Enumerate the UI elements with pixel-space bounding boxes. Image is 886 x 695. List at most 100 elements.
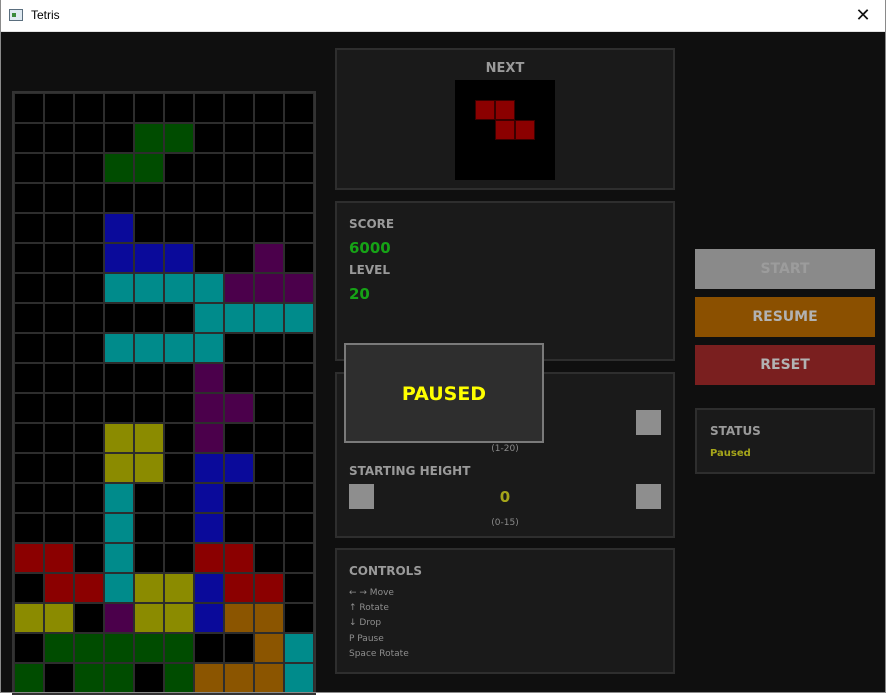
score-value: 6000 [349,239,391,257]
controls-heading: CONTROLS [349,564,422,578]
block-cell [194,393,224,423]
empty-cell [164,543,194,573]
block-cell [224,573,254,603]
close-icon[interactable]: ✕ [840,0,886,31]
empty-cell [14,333,44,363]
empty-cell [194,213,224,243]
empty-cell [74,363,104,393]
block-cell [134,333,164,363]
block-cell [224,453,254,483]
height-value: 0 [499,488,511,506]
block-cell [14,603,44,633]
empty-cell [74,273,104,303]
empty-cell [74,303,104,333]
empty-cell [164,153,194,183]
block-cell [194,273,224,303]
empty-cell [284,183,314,213]
empty-cell [254,423,284,453]
empty-cell [44,423,74,453]
empty-cell [74,513,104,543]
empty-cell [224,423,254,453]
block-cell [164,123,194,153]
empty-cell [164,93,194,123]
empty-cell [134,93,164,123]
start-button[interactable]: START [695,249,875,289]
next-piece-preview [455,80,555,180]
level-increase-button[interactable] [636,410,661,435]
game-board [12,91,316,695]
empty-cell [224,633,254,663]
empty-cell [284,243,314,273]
status-value: Paused [710,448,751,459]
empty-cell [44,213,74,243]
empty-cell [14,243,44,273]
resume-button[interactable]: RESUME [695,297,875,337]
empty-cell [74,123,104,153]
empty-cell [164,513,194,543]
block-cell [224,603,254,633]
empty-cell [254,183,284,213]
empty-cell [104,123,134,153]
score-panel: SCORE 6000 LEVEL 20 [335,201,675,361]
control-line: ← → Move [349,588,394,598]
block-cell [224,273,254,303]
next-heading: NEXT [485,61,525,76]
block-cell [14,663,44,693]
empty-cell [224,243,254,273]
empty-cell [14,573,44,603]
level-label: LEVEL [349,263,390,277]
next-piece-cell [475,100,495,120]
empty-cell [284,393,314,423]
block-cell [164,603,194,633]
empty-cell [284,333,314,363]
empty-cell [74,153,104,183]
empty-cell [134,483,164,513]
block-cell [254,273,284,303]
block-cell [254,303,284,333]
next-panel: NEXT [335,48,675,190]
block-cell [104,423,134,453]
empty-cell [284,123,314,153]
reset-button[interactable]: RESET [695,345,875,385]
empty-cell [14,123,44,153]
status-panel: STATUS Paused [695,408,875,474]
empty-cell [254,123,284,153]
empty-cell [284,153,314,183]
empty-cell [224,93,254,123]
empty-cell [224,363,254,393]
empty-cell [194,153,224,183]
block-cell [44,573,74,603]
height-increase-button[interactable] [636,484,661,509]
paused-overlay: PAUSED [344,343,544,443]
block-cell [284,273,314,303]
empty-cell [44,153,74,183]
block-cell [104,333,134,363]
block-cell [164,573,194,603]
block-cell [164,633,194,663]
block-cell [134,573,164,603]
block-cell [134,153,164,183]
empty-cell [14,423,44,453]
empty-cell [134,303,164,333]
empty-cell [74,543,104,573]
empty-cell [44,483,74,513]
empty-cell [44,93,74,123]
block-cell [104,603,134,633]
block-cell [224,543,254,573]
empty-cell [104,393,134,423]
block-cell [194,333,224,363]
block-cell [164,243,194,273]
empty-cell [14,183,44,213]
block-cell [104,663,134,693]
empty-cell [44,123,74,153]
block-cell [74,633,104,663]
empty-cell [44,363,74,393]
empty-cell [254,513,284,543]
empty-cell [194,123,224,153]
level-value: 20 [349,285,370,303]
empty-cell [44,243,74,273]
empty-cell [194,93,224,123]
block-cell [44,603,74,633]
empty-cell [254,393,284,423]
block-cell [254,603,284,633]
